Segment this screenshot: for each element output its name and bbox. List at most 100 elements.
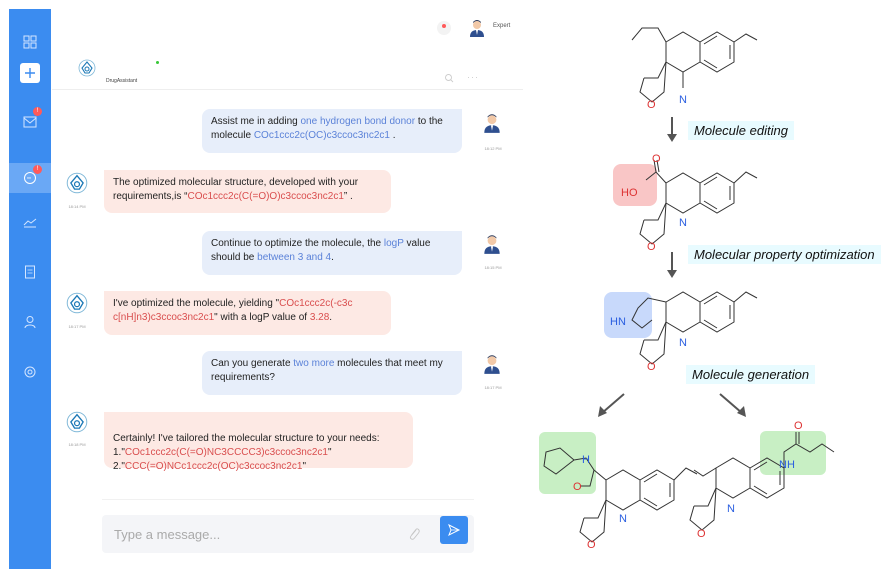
- new-chat-button[interactable]: [9, 62, 51, 84]
- molecule-workflow-diagram: N O O HO N O HN N O H O N O N O NH O: [539, 27, 835, 551]
- expert-avatar: [484, 114, 500, 133]
- message-text: Assist me in adding one hydrogen bond do…: [211, 116, 443, 141]
- user-message: Can you generate two more molecules that…: [202, 351, 462, 395]
- notification-badge: !: [33, 107, 42, 116]
- message-timestamp: 18:17 PM: [484, 385, 502, 390]
- send-icon: [448, 523, 461, 537]
- message-text: Can you generate two more molecules that…: [211, 358, 443, 383]
- message-timestamp: 18:17 PM: [68, 324, 86, 329]
- divider: [102, 499, 474, 500]
- message-text: I've optimized the molecule, yielding "C…: [113, 298, 352, 323]
- atom-label: N: [619, 513, 627, 525]
- sidebar-item-settings[interactable]: [9, 361, 51, 383]
- highlighted-text: COc1ccc2c(C(=O)NC3CCCC3)c3ccoc3nc2c1: [124, 447, 328, 458]
- atom-label: N: [727, 503, 735, 515]
- notification-dot: [442, 24, 446, 28]
- molecule-1: [631, 27, 758, 103]
- drugassistant-avatar: [66, 172, 88, 194]
- message-text-segment: I've optimized the molecule, yielding ": [113, 298, 280, 309]
- assistant-message: Certainly! I've tailored the molecular s…: [104, 412, 413, 472]
- edit-highlight-box: [613, 164, 657, 206]
- user-message: Assist me in adding one hydrogen bond do…: [202, 109, 462, 153]
- message-input-placeholder: Type a message...: [114, 527, 221, 542]
- message-timestamp: 18:18 PM: [68, 442, 86, 447]
- message-text-segment: .: [389, 130, 396, 141]
- sidebar-item-mail[interactable]: !: [9, 107, 51, 133]
- expert-avatar: [484, 235, 500, 254]
- user-icon: [24, 316, 36, 329]
- atom-label: O: [647, 241, 656, 253]
- mail-icon: [23, 116, 37, 128]
- chart-icon: [23, 218, 37, 228]
- expert-avatar[interactable]: [467, 18, 487, 38]
- drugassistant-logo: [78, 59, 96, 77]
- drugassistant-avatar: [66, 411, 88, 433]
- highlighted-text: one hydrogen bond donor: [300, 116, 416, 127]
- sidebar: ! !: [9, 9, 51, 569]
- message-timestamp: 18:15 PM: [484, 265, 502, 270]
- message-text-segment: 1.": [113, 447, 125, 458]
- user-role-label: Expert: [493, 23, 511, 29]
- atom-label: O: [697, 528, 706, 540]
- highlighted-text: logP: [383, 238, 404, 249]
- message-text-segment: Certainly! I've tailored the molecular s…: [113, 433, 380, 444]
- search-icon[interactable]: [444, 73, 454, 83]
- assistant-message: I've optimized the molecule, yielding "C…: [104, 291, 391, 335]
- plus-icon: [20, 63, 40, 83]
- assistant-name: DrugAssistant: [106, 78, 138, 84]
- atom-label: HO: [621, 187, 638, 199]
- sidebar-item-user[interactable]: [9, 311, 51, 333]
- message-input[interactable]: Type a message...: [102, 515, 474, 553]
- message-timestamp: 18:12 PM: [484, 146, 502, 151]
- highlighted-text: COc1ccc2c(OC)c3ccoc3nc2c1: [253, 130, 390, 141]
- grid-icon[interactable]: [9, 31, 51, 53]
- highlighted-text: two more: [293, 358, 335, 369]
- chat-panel: Expert DrugAssistant ··· Assist me in ad…: [52, 9, 523, 569]
- optimize-highlight-box: [604, 292, 652, 338]
- atom-label: O: [794, 420, 803, 432]
- message-text-segment: .: [329, 312, 333, 323]
- molecule-2: [639, 159, 758, 245]
- message-text: Continue to optimize the molecule, the l…: [211, 238, 430, 263]
- message-text-segment: ": [302, 461, 306, 472]
- more-options-icon[interactable]: ···: [467, 72, 479, 82]
- atom-label: O: [652, 153, 661, 165]
- message-text: The optimized molecular structure, devel…: [113, 177, 358, 202]
- atom-label: O: [647, 361, 656, 373]
- atom-label: N: [679, 217, 687, 229]
- assistant-header: DrugAssistant ···: [52, 47, 523, 90]
- message-text-segment: .: [331, 252, 334, 263]
- atom-label: HN: [610, 316, 626, 328]
- atom-label: NH: [779, 459, 795, 471]
- atom-label: O: [573, 481, 582, 493]
- drugassistant-avatar: [66, 292, 88, 314]
- message-timestamp: 18:14 PM: [68, 204, 86, 209]
- atom-label: O: [647, 99, 656, 111]
- step-label-molecule-generation: Molecule generation: [686, 365, 816, 384]
- atom-label: N: [679, 94, 687, 106]
- highlighted-text: 3.28: [309, 312, 330, 323]
- document-icon: [25, 265, 35, 279]
- attachment-icon[interactable]: [408, 527, 420, 541]
- step-label-molecule-editing: Molecule editing: [688, 121, 794, 140]
- message-text-segment: Can you generate: [211, 358, 294, 369]
- notification-button[interactable]: [437, 21, 451, 35]
- notification-badge: !: [33, 165, 42, 174]
- expert-avatar: [484, 355, 500, 374]
- highlighted-text: CCC(=O)NCc1ccc2c(OC)c3ccoc3nc2c1: [124, 461, 303, 472]
- atom-label: O: [587, 539, 596, 551]
- atom-label: N: [679, 337, 687, 349]
- highlighted-text: COc1ccc2c(C(=O)O)c3ccoc3nc2c1: [187, 191, 344, 202]
- send-button[interactable]: [440, 516, 468, 544]
- message-text-segment: ” .: [343, 191, 353, 202]
- assistant-message: The optimized molecular structure, devel…: [104, 170, 391, 213]
- highlighted-text: between 3 and 4: [257, 252, 332, 263]
- atom-label: H: [582, 454, 590, 466]
- message-text-segment: Continue to optimize the molecule, the: [211, 238, 384, 249]
- sidebar-item-document[interactable]: [9, 261, 51, 283]
- sidebar-item-chat[interactable]: !: [9, 163, 51, 193]
- message-text-segment: " with a logP value of: [214, 312, 310, 323]
- user-message: Continue to optimize the molecule, the l…: [202, 231, 462, 275]
- sidebar-item-chart[interactable]: [9, 211, 51, 233]
- settings-icon: [24, 366, 36, 378]
